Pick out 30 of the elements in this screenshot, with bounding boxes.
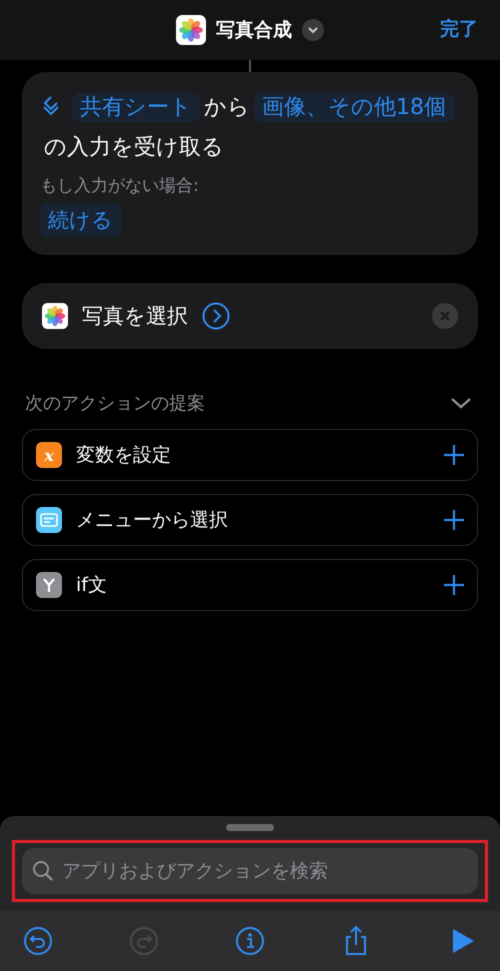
variable-icon: x <box>36 442 62 468</box>
section-title: 次のアクションの提案 <box>25 392 205 415</box>
search-icon <box>32 860 54 882</box>
shortcut-title: 写真合成 <box>216 18 292 43</box>
suggestion-row[interactable]: メニューから選択 <box>22 494 478 546</box>
suggestion-label: メニューから選択 <box>76 508 228 533</box>
drag-handle[interactable] <box>226 824 274 831</box>
suggestion-label: if文 <box>76 573 107 598</box>
done-button[interactable]: 完了 <box>440 16 478 42</box>
caret-icon[interactable] <box>450 396 472 410</box>
action-title: 写真を選択 <box>82 303 188 330</box>
undo-icon[interactable] <box>22 925 54 957</box>
chevron-right-icon[interactable] <box>202 302 230 330</box>
fallback-label: もし入力がない場合: <box>40 175 199 197</box>
action-text: の入力を受け取る <box>44 135 224 160</box>
parameter-token[interactable]: 続ける <box>40 203 121 237</box>
chevron-down-icon[interactable] <box>302 19 324 41</box>
suggestion-row[interactable]: if文 <box>22 559 478 611</box>
photos-app-icon <box>176 15 206 45</box>
parameter-token[interactable]: 共有シート <box>72 93 200 122</box>
plus-icon[interactable] <box>443 444 465 466</box>
search-field[interactable]: アプリおよびアクションを検索 <box>22 848 478 894</box>
suggestion-label: 変数を設定 <box>76 443 171 468</box>
photos-app-icon <box>42 303 68 329</box>
suggestion-row[interactable]: x 変数を設定 <box>22 429 478 481</box>
plus-icon[interactable] <box>443 509 465 531</box>
parameter-token[interactable]: 画像、その他18個 <box>254 93 454 122</box>
plus-icon[interactable] <box>443 574 465 596</box>
info-icon[interactable] <box>234 925 266 957</box>
action-text: から <box>204 95 250 120</box>
